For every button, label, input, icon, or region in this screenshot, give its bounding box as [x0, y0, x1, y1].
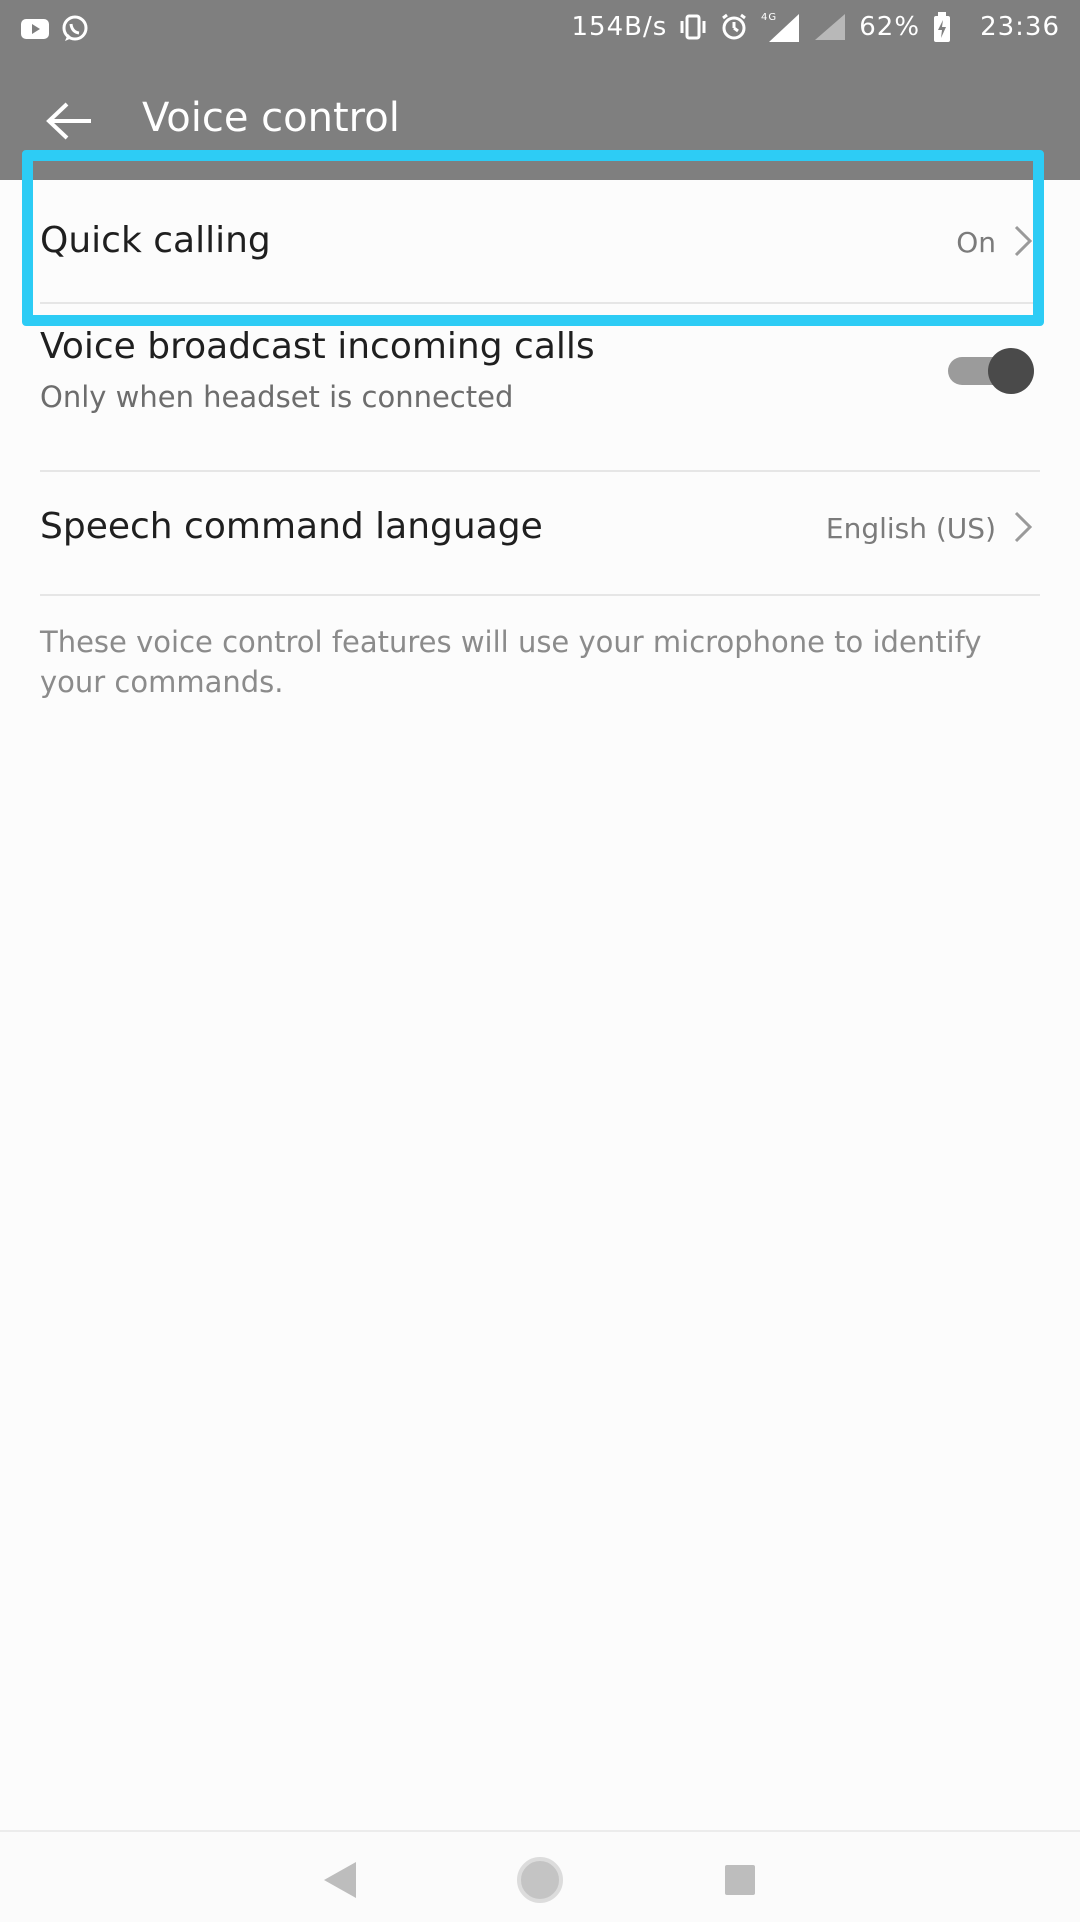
recents-square-icon — [725, 1865, 755, 1895]
youtube-icon — [20, 18, 50, 40]
quick-calling-row[interactable]: Quick calling On — [40, 180, 1040, 304]
back-arrow-icon — [46, 102, 91, 140]
nav-home-button[interactable] — [510, 1850, 570, 1910]
battery-percent: 62% — [859, 12, 921, 42]
speech-language-value: English (US) — [825, 512, 996, 545]
signal-icon — [813, 12, 847, 42]
chevron-right-icon — [1014, 511, 1033, 543]
voice-broadcast-row[interactable]: Voice broadcast incoming calls Only when… — [40, 304, 1040, 472]
nav-back-button[interactable] — [310, 1850, 370, 1910]
nav-bar — [0, 1830, 1080, 1922]
back-triangle-icon — [324, 1862, 356, 1898]
back-button[interactable] — [40, 91, 100, 151]
toggle-knob — [988, 348, 1034, 394]
signal-4g-icon: 4G — [761, 10, 801, 44]
voice-broadcast-subtitle: Only when headset is connected — [40, 380, 514, 414]
speech-language-label: Speech command language — [40, 506, 543, 547]
status-right: 154B/s 4G 62% 23:36 — [571, 10, 1060, 44]
clock: 23:36 — [980, 12, 1060, 42]
page-title: Voice control — [142, 95, 400, 141]
battery-icon — [932, 11, 952, 43]
voice-broadcast-label: Voice broadcast incoming calls — [40, 326, 595, 367]
voice-broadcast-toggle[interactable] — [948, 348, 1034, 394]
alarm-icon — [719, 12, 749, 42]
nav-recents-button[interactable] — [710, 1850, 770, 1910]
vibrate-icon — [679, 13, 707, 41]
settings-list: Quick calling On Voice broadcast incomin… — [0, 180, 1080, 702]
svg-text:4G: 4G — [761, 12, 777, 23]
quick-calling-value: On — [956, 226, 996, 259]
chevron-right-icon — [1014, 225, 1033, 257]
speech-language-row[interactable]: Speech command language English (US) — [40, 472, 1040, 596]
status-left-icons — [20, 14, 90, 44]
app-bar: Voice control — [0, 63, 1080, 180]
network-speed: 154B/s — [571, 12, 668, 42]
quick-calling-label: Quick calling — [40, 220, 271, 261]
whatsapp-icon — [60, 14, 90, 44]
status-bar: 154B/s 4G 62% 23:36 — [0, 0, 1080, 63]
footnote: These voice control features will use yo… — [40, 625, 982, 699]
home-circle-icon — [517, 1857, 563, 1903]
